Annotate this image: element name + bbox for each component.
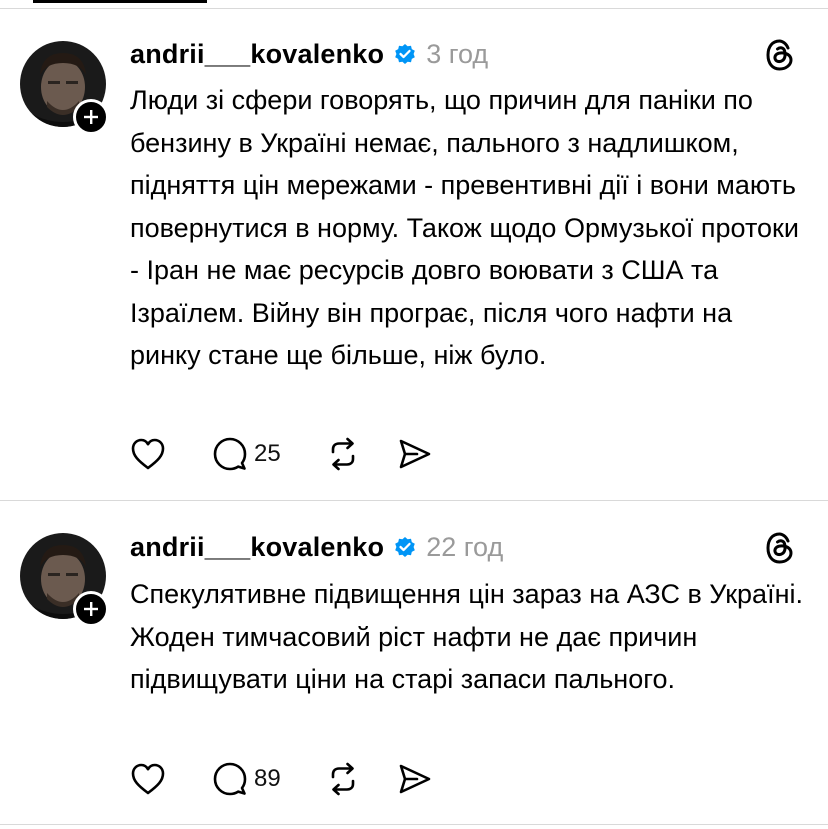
post-actions: 89 [130, 759, 433, 799]
heart-icon [131, 438, 165, 470]
repost-button[interactable] [325, 761, 361, 797]
post-text: Люди зі сфери говорять, що причин для па… [130, 85, 799, 370]
post-header: andrii___kovalenko 3 год [130, 34, 488, 74]
divider [0, 8, 828, 9]
share-icon [399, 764, 431, 794]
repost-icon [331, 437, 355, 471]
share-icon [399, 439, 431, 469]
reply-count: 89 [254, 765, 281, 792]
post-actions: 25 [130, 434, 433, 474]
heart-icon [131, 763, 165, 795]
threads-icon[interactable] [764, 531, 796, 570]
reply-button[interactable]: 25 [212, 436, 281, 472]
like-button[interactable] [130, 762, 166, 796]
verified-icon [393, 535, 417, 559]
repost-icon [331, 762, 355, 796]
reply-count: 25 [254, 440, 281, 467]
reply-button[interactable]: 89 [212, 761, 281, 797]
follow-button[interactable] [73, 591, 109, 627]
repost-button[interactable] [325, 436, 361, 472]
follow-button[interactable] [73, 99, 109, 135]
comment-icon [213, 437, 247, 471]
username[interactable]: andrii___kovalenko [130, 532, 384, 563]
like-button[interactable] [130, 437, 166, 471]
threads-icon[interactable] [764, 38, 796, 77]
comment-icon [213, 762, 247, 796]
plus-icon [84, 110, 98, 124]
post-time: 3 год [426, 38, 489, 69]
active-tab-indicator [33, 0, 207, 3]
share-button[interactable] [397, 762, 433, 796]
divider [0, 500, 828, 501]
divider [0, 824, 828, 825]
plus-icon [84, 602, 98, 616]
share-button[interactable] [397, 437, 433, 471]
post-header: andrii___kovalenko 22 год [130, 527, 503, 567]
post-time: 22 год [426, 531, 504, 562]
post-text: Спекулятивне підвищення цін зараз на АЗС… [130, 579, 803, 694]
username[interactable]: andrii___kovalenko [130, 39, 384, 70]
verified-icon [393, 42, 417, 66]
